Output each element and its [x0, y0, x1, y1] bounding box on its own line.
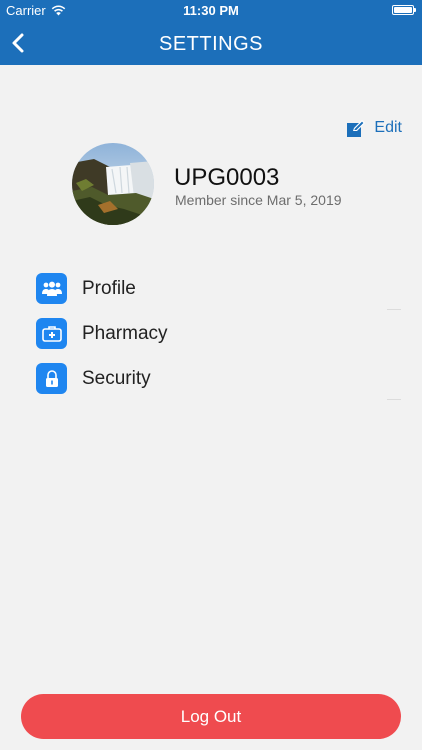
medical-kit-icon — [41, 325, 62, 342]
page-title: SETTINGS — [158, 33, 263, 55]
clock: 11:30 PM — [183, 3, 239, 18]
edit-label: Edit — [374, 119, 402, 136]
nav-bar: SETTINGS — [0, 22, 422, 65]
lock-icon — [45, 369, 58, 387]
users-icon — [41, 281, 62, 296]
menu-item-label: Pharmacy — [82, 323, 168, 344]
avatar-waterfall-photo — [72, 143, 154, 225]
edit-button[interactable]: Edit — [347, 119, 402, 137]
menu-item-profile[interactable]: Profile — [36, 266, 401, 310]
status-bar: Carrier 11:30 PM — [0, 0, 422, 22]
battery-icon — [392, 5, 416, 15]
logout-button[interactable]: Log Out — [21, 694, 401, 739]
logout-label: Log Out — [180, 706, 242, 726]
menu-item-label: Security — [82, 368, 151, 389]
member-since-text: Member since Mar 5, 2019 — [175, 192, 342, 208]
menu-item-security[interactable]: Security — [36, 356, 401, 400]
avatar — [72, 143, 154, 225]
edit-icon — [347, 119, 366, 137]
divider — [387, 309, 401, 310]
menu-item-label: Profile — [82, 278, 136, 299]
username: UPG0003 — [174, 164, 280, 191]
divider — [387, 399, 401, 400]
menu-item-pharmacy[interactable]: Pharmacy — [36, 311, 401, 355]
